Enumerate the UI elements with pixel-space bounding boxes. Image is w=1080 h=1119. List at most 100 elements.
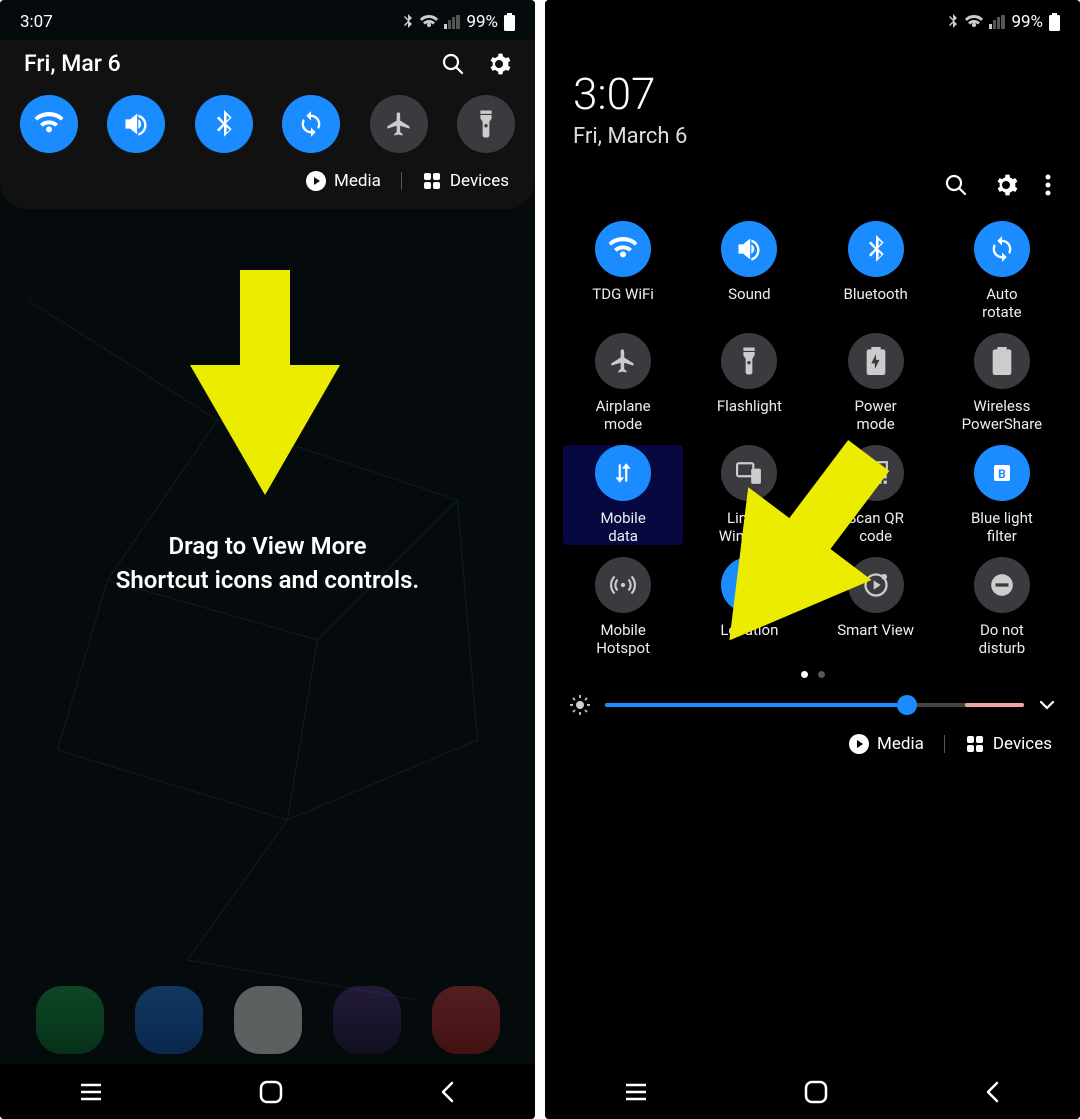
- qs-label: Mobiledata: [600, 509, 645, 545]
- separator: [401, 172, 402, 190]
- signal-status-icon: [444, 15, 460, 29]
- media-button[interactable]: Media: [306, 171, 381, 191]
- flashlight-icon: [740, 347, 758, 375]
- mobile-data-icon: [610, 460, 636, 486]
- bluetooth-icon: [867, 235, 885, 263]
- play-store-app-icon[interactable]: [234, 986, 302, 1054]
- qs-wifi[interactable]: TDG WiFi: [563, 221, 683, 321]
- status-bar: 99%: [545, 0, 1080, 40]
- airplane-toggle[interactable]: [370, 95, 428, 153]
- search-icon[interactable]: [441, 52, 465, 76]
- media-label: Media: [877, 734, 924, 754]
- bluetooth-toggle[interactable]: [195, 95, 253, 153]
- hotspot-toggle[interactable]: [595, 557, 651, 613]
- nav-bar: [0, 1064, 535, 1119]
- wifi-toggle[interactable]: [595, 221, 651, 277]
- settings-icon[interactable]: [994, 173, 1018, 197]
- media-button[interactable]: Media: [849, 734, 924, 754]
- battery-icon: [504, 13, 515, 31]
- auto-rotate-toggle[interactable]: [282, 95, 340, 153]
- blue-light-toggle[interactable]: B: [974, 445, 1030, 501]
- bluetooth-status-icon: [947, 14, 959, 30]
- qs-label: Do notdisturb: [979, 621, 1026, 657]
- flashlight-toggle[interactable]: [457, 95, 515, 153]
- wifi-icon: [608, 237, 638, 261]
- panel-date: Fri, Mar 6: [24, 50, 121, 77]
- status-bar: 3:07 99%: [0, 0, 535, 40]
- wifi-status-icon: [965, 15, 983, 29]
- nav-bar: [545, 1064, 1080, 1119]
- powershare-toggle[interactable]: [974, 333, 1030, 389]
- recents-button[interactable]: [622, 1082, 650, 1102]
- separator: [944, 735, 945, 753]
- powershare-icon: [990, 347, 1014, 375]
- settings-icon[interactable]: [487, 52, 511, 76]
- back-button[interactable]: [438, 1079, 458, 1105]
- qs-label: Autorotate: [982, 285, 1021, 321]
- qs-label: Flashlight: [717, 397, 782, 433]
- qs-dnd[interactable]: Do notdisturb: [942, 557, 1062, 657]
- blue-light-icon: B: [990, 461, 1014, 485]
- camera-app-icon[interactable]: [432, 986, 500, 1054]
- qs-mobile-data[interactable]: Mobiledata: [563, 445, 683, 545]
- qs-bluetooth[interactable]: Bluetooth: [816, 221, 936, 321]
- wifi-toggle[interactable]: [20, 95, 78, 153]
- battery-pct: 99%: [466, 12, 498, 32]
- qs-powershare[interactable]: WirelessPowerShare: [942, 333, 1062, 433]
- screenshot-right: 99% 3:07 Fri, March 6 TDG WiFi Sound Bluet…: [545, 0, 1080, 1119]
- media-label: Media: [334, 171, 381, 191]
- dnd-toggle[interactable]: [974, 557, 1030, 613]
- auto-rotate-icon: [988, 235, 1016, 263]
- hotspot-icon: [610, 572, 636, 598]
- play-icon: [306, 171, 326, 191]
- expand-brightness-icon[interactable]: [1038, 699, 1056, 711]
- qs-auto-rotate[interactable]: Autorotate: [942, 221, 1062, 321]
- flashlight-toggle[interactable]: [721, 333, 777, 389]
- home-button[interactable]: [803, 1079, 829, 1105]
- auto-rotate-toggle[interactable]: [974, 221, 1030, 277]
- annotation-arrow-down: [180, 270, 350, 500]
- recents-button[interactable]: [77, 1082, 105, 1102]
- qs-airplane[interactable]: Airplanemode: [563, 333, 683, 433]
- devices-icon: [965, 734, 985, 754]
- quick-settings-row: [18, 95, 517, 167]
- qs-label: Blue lightfilter: [971, 509, 1033, 545]
- power-mode-toggle[interactable]: [848, 333, 904, 389]
- qs-label: TDG WiFi: [592, 285, 654, 321]
- devices-label: Devices: [993, 734, 1052, 754]
- panel-header: 3:07 Fri, March 6: [545, 40, 1080, 163]
- sound-toggle[interactable]: [721, 221, 777, 277]
- qs-blue-light[interactable]: B Blue lightfilter: [942, 445, 1062, 545]
- qs-label: Airplanemode: [596, 397, 651, 433]
- page-dot-2[interactable]: [818, 671, 825, 678]
- qs-sound[interactable]: Sound: [689, 221, 809, 321]
- home-button[interactable]: [258, 1079, 284, 1105]
- brightness-thumb[interactable]: [897, 695, 917, 715]
- qs-label: Sound: [728, 285, 770, 321]
- qs-label: Bluetooth: [843, 285, 907, 321]
- browser-app-icon[interactable]: [333, 986, 401, 1054]
- airplane-toggle[interactable]: [595, 333, 651, 389]
- phone-app-icon[interactable]: [36, 986, 104, 1054]
- messages-app-icon[interactable]: [135, 986, 203, 1054]
- more-icon[interactable]: [1044, 173, 1052, 197]
- airplane-icon: [609, 347, 637, 375]
- devices-button[interactable]: Devices: [965, 734, 1052, 754]
- power-mode-icon: [864, 347, 888, 375]
- dnd-icon: [989, 572, 1015, 598]
- instruction-text: Drag to View More Shortcut icons and con…: [0, 530, 535, 597]
- bluetooth-toggle[interactable]: [848, 221, 904, 277]
- panel-date: Fri, March 6: [573, 124, 1052, 149]
- sound-toggle[interactable]: [107, 95, 165, 153]
- devices-button[interactable]: Devices: [422, 171, 509, 191]
- brightness-slider[interactable]: [605, 703, 1024, 707]
- back-button[interactable]: [983, 1079, 1003, 1105]
- qs-label: Powermode: [855, 397, 897, 433]
- panel-time: 3:07: [573, 68, 1052, 120]
- notification-panel-collapsed[interactable]: Fri, Mar 6 Media: [0, 40, 535, 209]
- search-icon[interactable]: [944, 173, 968, 197]
- battery-pct: 99%: [1011, 12, 1043, 32]
- brightness-slider-row: [545, 688, 1080, 726]
- mobile-data-toggle[interactable]: [595, 445, 651, 501]
- signal-status-icon: [989, 15, 1005, 29]
